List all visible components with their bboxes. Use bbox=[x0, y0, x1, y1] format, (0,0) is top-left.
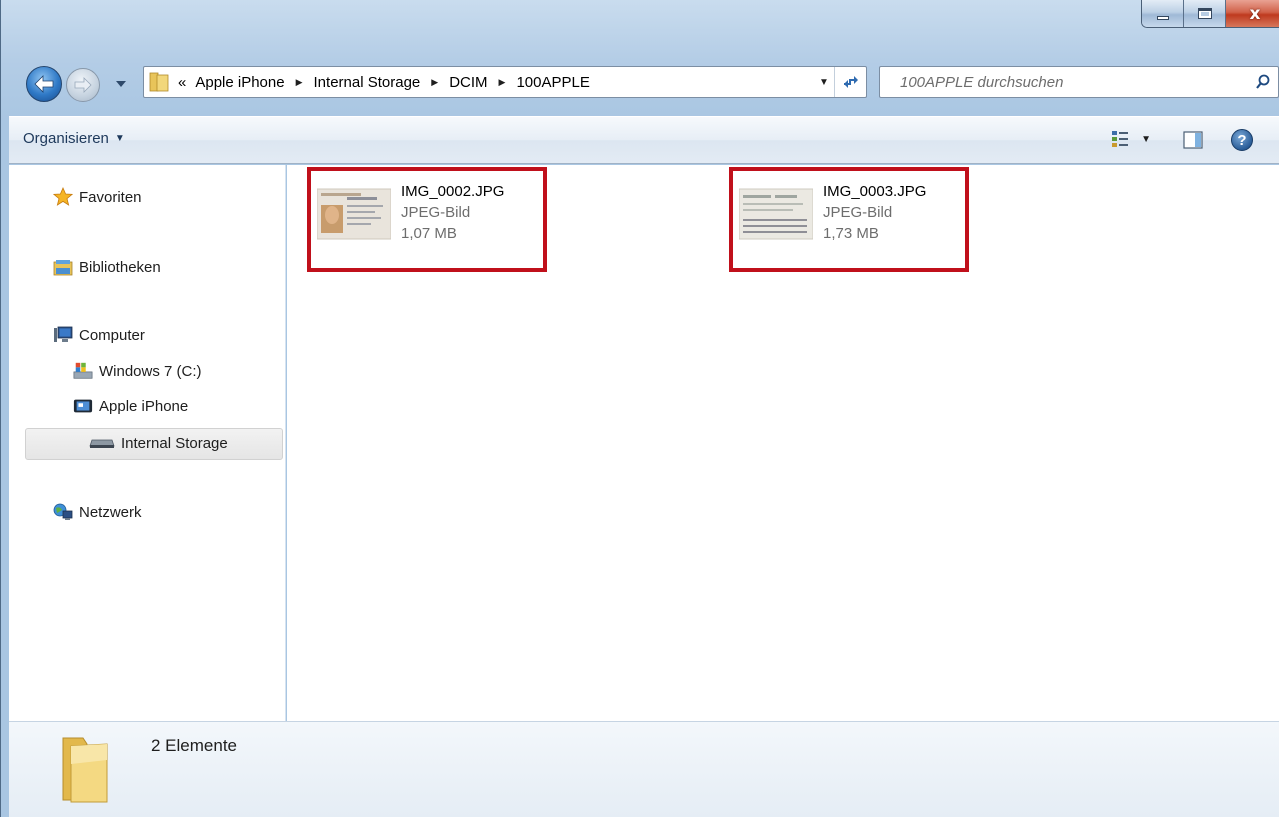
sidebar-item-computer[interactable]: Computer bbox=[53, 325, 145, 345]
sidebar-item-libraries[interactable]: Bibliotheken bbox=[53, 257, 161, 277]
navigation-bar: « Apple iPhone ▶ Internal Storage ▶ DCIM… bbox=[1, 60, 1279, 104]
forward-button[interactable] bbox=[66, 68, 100, 102]
view-options-icon bbox=[1112, 131, 1129, 147]
minimize-button[interactable] bbox=[1142, 0, 1184, 27]
sidebar-item-label: Computer bbox=[79, 326, 145, 344]
iphone-icon bbox=[73, 396, 93, 416]
sidebar-item-favorites[interactable]: Favoriten bbox=[53, 187, 142, 207]
search-box[interactable]: 100APPLE durchsuchen bbox=[879, 66, 1279, 98]
drive-icon bbox=[73, 361, 93, 381]
breadcrumb-dcim[interactable]: DCIM bbox=[447, 74, 489, 91]
address-bar[interactable]: « Apple iPhone ▶ Internal Storage ▶ DCIM… bbox=[143, 66, 867, 98]
back-arrow-icon bbox=[34, 75, 54, 93]
library-icon bbox=[53, 257, 73, 277]
chevron-down-icon: ▼ bbox=[114, 133, 125, 144]
navigation-pane: Favoriten Bibliotheken Computer Windows … bbox=[9, 165, 286, 721]
breadcrumb-100apple[interactable]: 100APPLE bbox=[514, 74, 591, 91]
sidebar-item-label: Internal Storage bbox=[121, 434, 228, 452]
organize-label: Organisieren bbox=[23, 130, 109, 147]
caption-buttons: x bbox=[1141, 0, 1279, 28]
storage-icon bbox=[89, 433, 115, 453]
recent-pages-button[interactable] bbox=[113, 76, 129, 92]
preview-pane-button[interactable] bbox=[1183, 131, 1203, 153]
sidebar-item-label: Apple iPhone bbox=[99, 397, 189, 415]
refresh-icon bbox=[843, 76, 858, 88]
breadcrumb-separator-icon[interactable]: ▶ bbox=[296, 77, 303, 88]
view-options-button[interactable]: ▼ bbox=[1111, 130, 1151, 148]
highlight-box bbox=[307, 167, 547, 272]
maximize-icon bbox=[1197, 8, 1212, 19]
sidebar-item-label: Netzwerk bbox=[79, 503, 142, 521]
computer-icon bbox=[53, 325, 73, 345]
breadcrumb: « Apple iPhone ▶ Internal Storage ▶ DCIM… bbox=[178, 74, 814, 91]
star-icon bbox=[53, 187, 73, 207]
sidebar-item-label: Windows 7 (C:) bbox=[99, 362, 202, 380]
preview-pane-icon bbox=[1183, 131, 1203, 149]
forward-arrow-icon bbox=[74, 77, 92, 93]
maximize-button[interactable] bbox=[1184, 0, 1226, 27]
sidebar-item-drive-c[interactable]: Windows 7 (C:) bbox=[73, 361, 202, 381]
close-button[interactable]: x bbox=[1226, 0, 1279, 27]
item-count: 2 Elemente bbox=[151, 736, 237, 755]
highlight-box bbox=[729, 167, 969, 272]
chevron-down-icon: ▼ bbox=[819, 76, 829, 88]
breadcrumb-overflow-button[interactable]: « bbox=[178, 74, 186, 91]
minimize-icon bbox=[1156, 15, 1169, 20]
breadcrumb-internal-storage[interactable]: Internal Storage bbox=[312, 74, 423, 91]
close-icon: x bbox=[1249, 3, 1261, 24]
title-bar: x bbox=[1, 0, 1279, 56]
search-icon[interactable] bbox=[1248, 74, 1278, 90]
breadcrumb-apple-iphone[interactable]: Apple iPhone bbox=[193, 74, 286, 91]
chevron-down-icon: ▼ bbox=[1141, 133, 1151, 145]
command-bar: Organisieren ▼ ▼ ? bbox=[9, 116, 1279, 164]
help-button[interactable]: ? bbox=[1231, 129, 1253, 151]
sidebar-item-network[interactable]: Netzwerk bbox=[53, 502, 142, 522]
network-icon bbox=[53, 502, 73, 522]
back-button[interactable] bbox=[26, 66, 62, 102]
sidebar-item-label: Bibliotheken bbox=[79, 258, 161, 276]
address-dropdown-button[interactable]: ▼ bbox=[814, 67, 834, 97]
folder-icon bbox=[57, 734, 113, 808]
help-icon: ? bbox=[1237, 131, 1247, 149]
history-dropdown-icon bbox=[116, 81, 126, 87]
explorer-window: x « Apple iPhone ▶ Internal Storage ▶ DC… bbox=[0, 0, 1279, 817]
breadcrumb-separator-icon[interactable]: ▶ bbox=[499, 77, 506, 88]
breadcrumb-separator-icon[interactable]: ▶ bbox=[431, 77, 438, 88]
sidebar-item-label: Favoriten bbox=[79, 188, 142, 206]
file-list: IMG_0002.JPG JPEG-Bild 1,07 MB IMG_0003.… bbox=[287, 165, 1279, 721]
sidebar-item-apple-iphone[interactable]: Apple iPhone bbox=[73, 396, 188, 416]
refresh-button[interactable] bbox=[834, 67, 866, 97]
folder-icon bbox=[148, 71, 170, 93]
search-input[interactable]: 100APPLE durchsuchen bbox=[880, 74, 1248, 91]
organize-menu-button[interactable]: Organisieren ▼ bbox=[23, 130, 125, 147]
sidebar-item-internal-storage[interactable]: Internal Storage bbox=[89, 433, 228, 453]
details-pane: 2 Elemente bbox=[9, 721, 1279, 817]
